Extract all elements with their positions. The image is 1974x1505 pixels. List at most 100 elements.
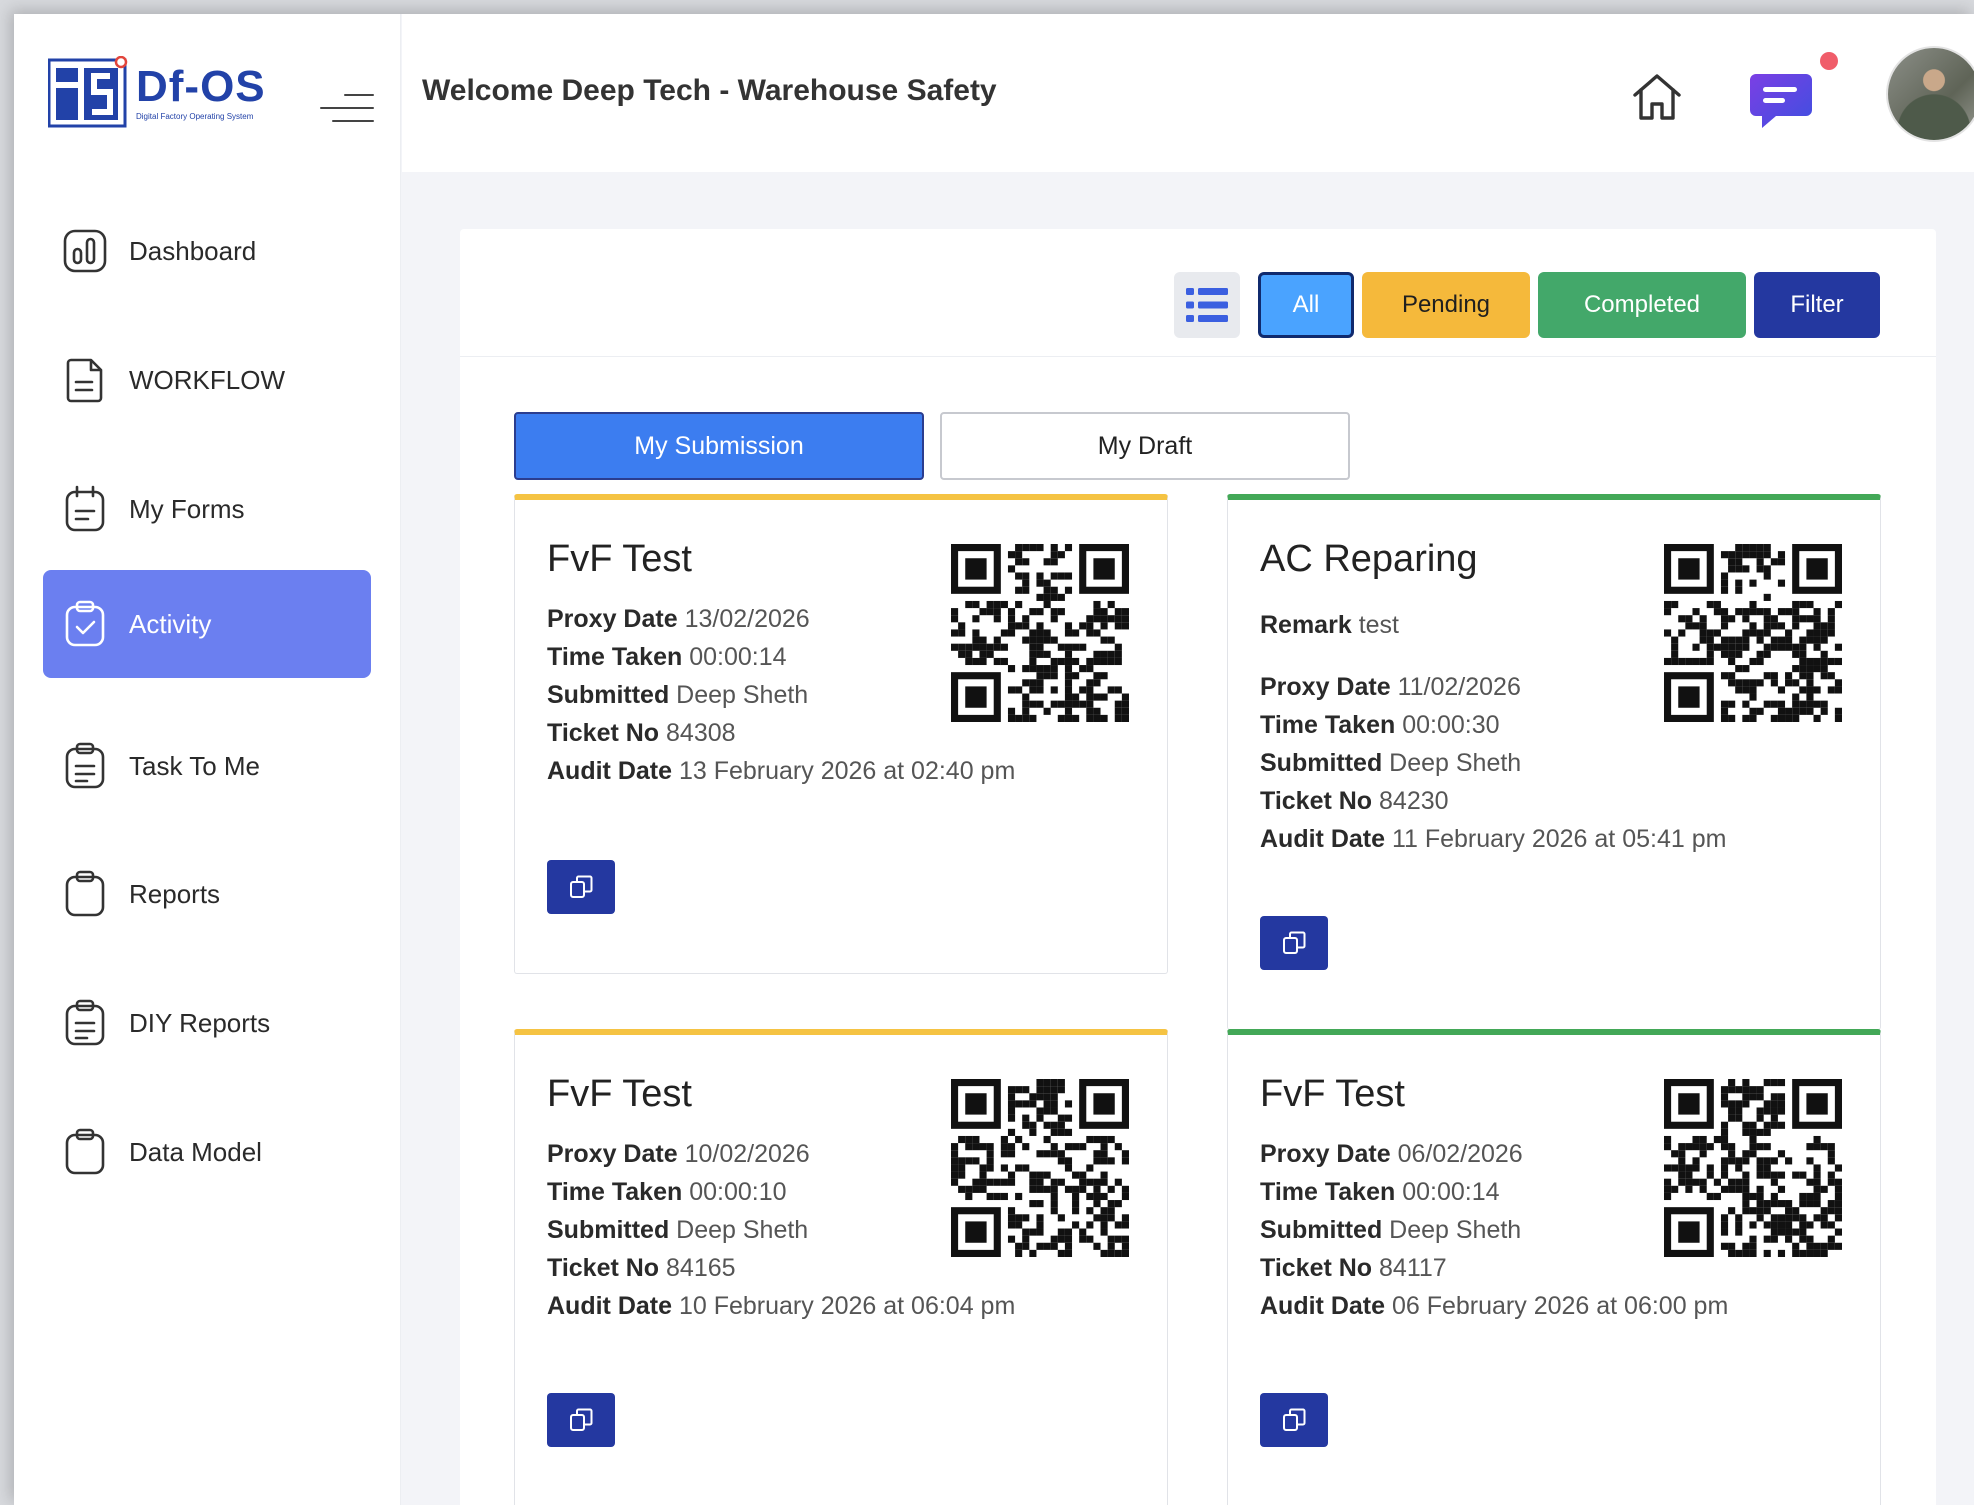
sidebar-item-diy-reports[interactable]: DIY Reports bbox=[43, 969, 371, 1077]
sidebar-item-label: WORKFLOW bbox=[129, 364, 285, 395]
card-details: Proxy Date 11/02/2026 Time Taken 00:00:3… bbox=[1260, 668, 1726, 858]
card-details: Proxy Date 13/02/2026 Time Taken 00:00:1… bbox=[547, 600, 1015, 790]
card-title: FvF Test bbox=[547, 1073, 692, 1115]
label-audit-date: Audit Date bbox=[1260, 1292, 1385, 1320]
copy-button[interactable] bbox=[547, 860, 615, 914]
top-header: Welcome Deep Tech - Warehouse Safety bbox=[402, 14, 1974, 172]
label-proxy-date: Proxy Date bbox=[1260, 1140, 1391, 1168]
avatar[interactable] bbox=[1886, 46, 1974, 142]
sidebar-item-label: My Forms bbox=[129, 493, 245, 524]
card-title: AC Reparing bbox=[1260, 538, 1478, 580]
clipboard-check-icon bbox=[65, 600, 105, 647]
copy-icon bbox=[1283, 931, 1306, 954]
card-title: FvF Test bbox=[1260, 1073, 1405, 1115]
sidebar-item-workflow[interactable]: WORKFLOW bbox=[43, 326, 371, 434]
value-audit-date: 13 February 2026 at 02:40 pm bbox=[678, 757, 1016, 785]
label-submitted: Submitted bbox=[547, 1216, 670, 1244]
filter-pending-button[interactable]: Pending bbox=[1362, 272, 1530, 338]
sidebar-item-activity[interactable]: Activity bbox=[43, 570, 371, 678]
card-details: Proxy Date 06/02/2026 Time Taken 00:00:1… bbox=[1260, 1135, 1728, 1325]
notification-badge bbox=[1820, 52, 1838, 70]
clipboard-list-icon bbox=[65, 999, 105, 1046]
copy-button[interactable] bbox=[1260, 1393, 1328, 1447]
card-details: Proxy Date 10/02/2026 Time Taken 00:00:1… bbox=[547, 1135, 1015, 1325]
value-time-taken: 00:00:10 bbox=[689, 1178, 787, 1206]
hamburger-menu-icon[interactable] bbox=[320, 92, 374, 126]
copy-icon bbox=[570, 875, 593, 898]
brand-name: Df-OS bbox=[136, 61, 266, 111]
label-proxy-date: Proxy Date bbox=[1260, 673, 1391, 701]
label-proxy-date: Proxy Date bbox=[547, 605, 678, 633]
value-audit-date: 10 February 2026 at 06:04 pm bbox=[678, 1292, 1016, 1320]
value-time-taken: 00:00:14 bbox=[689, 643, 787, 671]
value-submitted: Deep Sheth bbox=[676, 1216, 809, 1244]
sidebar-item-label: Task To Me bbox=[129, 750, 261, 781]
filter-button[interactable]: Filter bbox=[1754, 272, 1880, 338]
label-ticket-no: Ticket No bbox=[547, 719, 660, 747]
tab-my-draft[interactable]: My Draft bbox=[940, 412, 1350, 480]
label-ticket-no: Ticket No bbox=[1260, 787, 1373, 815]
sidebar-item-label: Activity bbox=[129, 608, 212, 639]
sidebar-item-label: Dashboard bbox=[129, 235, 257, 266]
copy-icon bbox=[570, 1408, 593, 1431]
label-time-taken: Time Taken bbox=[1260, 1178, 1396, 1206]
label-submitted: Submitted bbox=[547, 681, 670, 709]
clipboard-list-icon bbox=[65, 742, 105, 789]
dashboard-icon bbox=[63, 229, 107, 273]
value-audit-date: 06 February 2026 at 06:00 pm bbox=[1391, 1292, 1729, 1320]
label-audit-date: Audit Date bbox=[1260, 825, 1385, 853]
document-icon bbox=[66, 358, 103, 403]
copy-icon bbox=[1283, 1408, 1306, 1431]
home-icon[interactable] bbox=[1628, 68, 1686, 126]
value-time-taken: 00:00:14 bbox=[1402, 1178, 1500, 1206]
value-ticket-no: 84165 bbox=[666, 1254, 736, 1282]
card-title: FvF Test bbox=[547, 538, 692, 580]
value-time-taken: 00:00:30 bbox=[1402, 711, 1500, 739]
chat-icon[interactable] bbox=[1746, 66, 1816, 136]
sidebar-item-task-to-me[interactable]: Task To Me bbox=[43, 712, 371, 820]
value-ticket-no: 84308 bbox=[666, 719, 736, 747]
label-time-taken: Time Taken bbox=[547, 1178, 683, 1206]
value-submitted: Deep Sheth bbox=[1389, 1216, 1522, 1244]
label-submitted: Submitted bbox=[1260, 749, 1383, 777]
value-submitted: Deep Sheth bbox=[1389, 749, 1522, 777]
sidebar-item-reports[interactable]: Reports bbox=[43, 840, 371, 948]
value-proxy-date: 13/02/2026 bbox=[684, 605, 810, 633]
label-submitted: Submitted bbox=[1260, 1216, 1383, 1244]
sidebar-item-dashboard[interactable]: Dashboard bbox=[43, 197, 371, 305]
value-proxy-date: 06/02/2026 bbox=[1397, 1140, 1523, 1168]
sidebar-item-data-model[interactable]: Data Model bbox=[43, 1098, 371, 1206]
clipboard-icon bbox=[65, 870, 105, 917]
submission-card[interactable]: FvF Test Proxy Date 10/02/2026 Time Take… bbox=[514, 1029, 1168, 1505]
value-audit-date: 11 February 2026 at 05:41 pm bbox=[1391, 825, 1727, 853]
logo-mark-icon bbox=[48, 56, 128, 128]
label-remark: Remark bbox=[1260, 611, 1352, 639]
sidebar: Df-OS Digital Factory Operating System D… bbox=[14, 14, 401, 1505]
value-remark: test bbox=[1358, 611, 1399, 639]
filter-completed-button[interactable]: Completed bbox=[1538, 272, 1746, 338]
clipboard-icon bbox=[65, 1128, 105, 1175]
page-title: Welcome Deep Tech - Warehouse Safety bbox=[422, 74, 997, 107]
brand-tagline: Digital Factory Operating System bbox=[136, 111, 254, 121]
sidebar-item-my-forms[interactable]: My Forms bbox=[43, 455, 371, 563]
sidebar-item-label: Data Model bbox=[129, 1136, 262, 1167]
value-ticket-no: 84230 bbox=[1379, 787, 1449, 815]
submission-card[interactable]: AC Reparing Remark test Proxy Date 11/02… bbox=[1227, 494, 1881, 1030]
value-proxy-date: 11/02/2026 bbox=[1397, 673, 1521, 701]
tab-my-submission[interactable]: My Submission bbox=[514, 412, 924, 480]
filter-all-button[interactable]: All bbox=[1258, 272, 1354, 338]
submission-card[interactable]: FvF Test Proxy Date 06/02/2026 Time Take… bbox=[1227, 1029, 1881, 1505]
submission-card[interactable]: FvF Test Proxy Date 13/02/2026 Time Take… bbox=[514, 494, 1168, 974]
value-ticket-no: 84117 bbox=[1379, 1254, 1447, 1282]
sidebar-item-label: DIY Reports bbox=[129, 1007, 271, 1038]
copy-button[interactable] bbox=[547, 1393, 615, 1447]
label-audit-date: Audit Date bbox=[547, 757, 672, 785]
copy-button[interactable] bbox=[1260, 916, 1328, 970]
brand-logo[interactable]: Df-OS Digital Factory Operating System bbox=[48, 56, 266, 128]
label-ticket-no: Ticket No bbox=[547, 1254, 660, 1282]
toolbar-divider bbox=[460, 356, 1936, 357]
card-remark: Remark test bbox=[1260, 606, 1399, 644]
label-audit-date: Audit Date bbox=[547, 1292, 672, 1320]
label-proxy-date: Proxy Date bbox=[547, 1140, 678, 1168]
list-view-icon[interactable] bbox=[1174, 272, 1240, 338]
